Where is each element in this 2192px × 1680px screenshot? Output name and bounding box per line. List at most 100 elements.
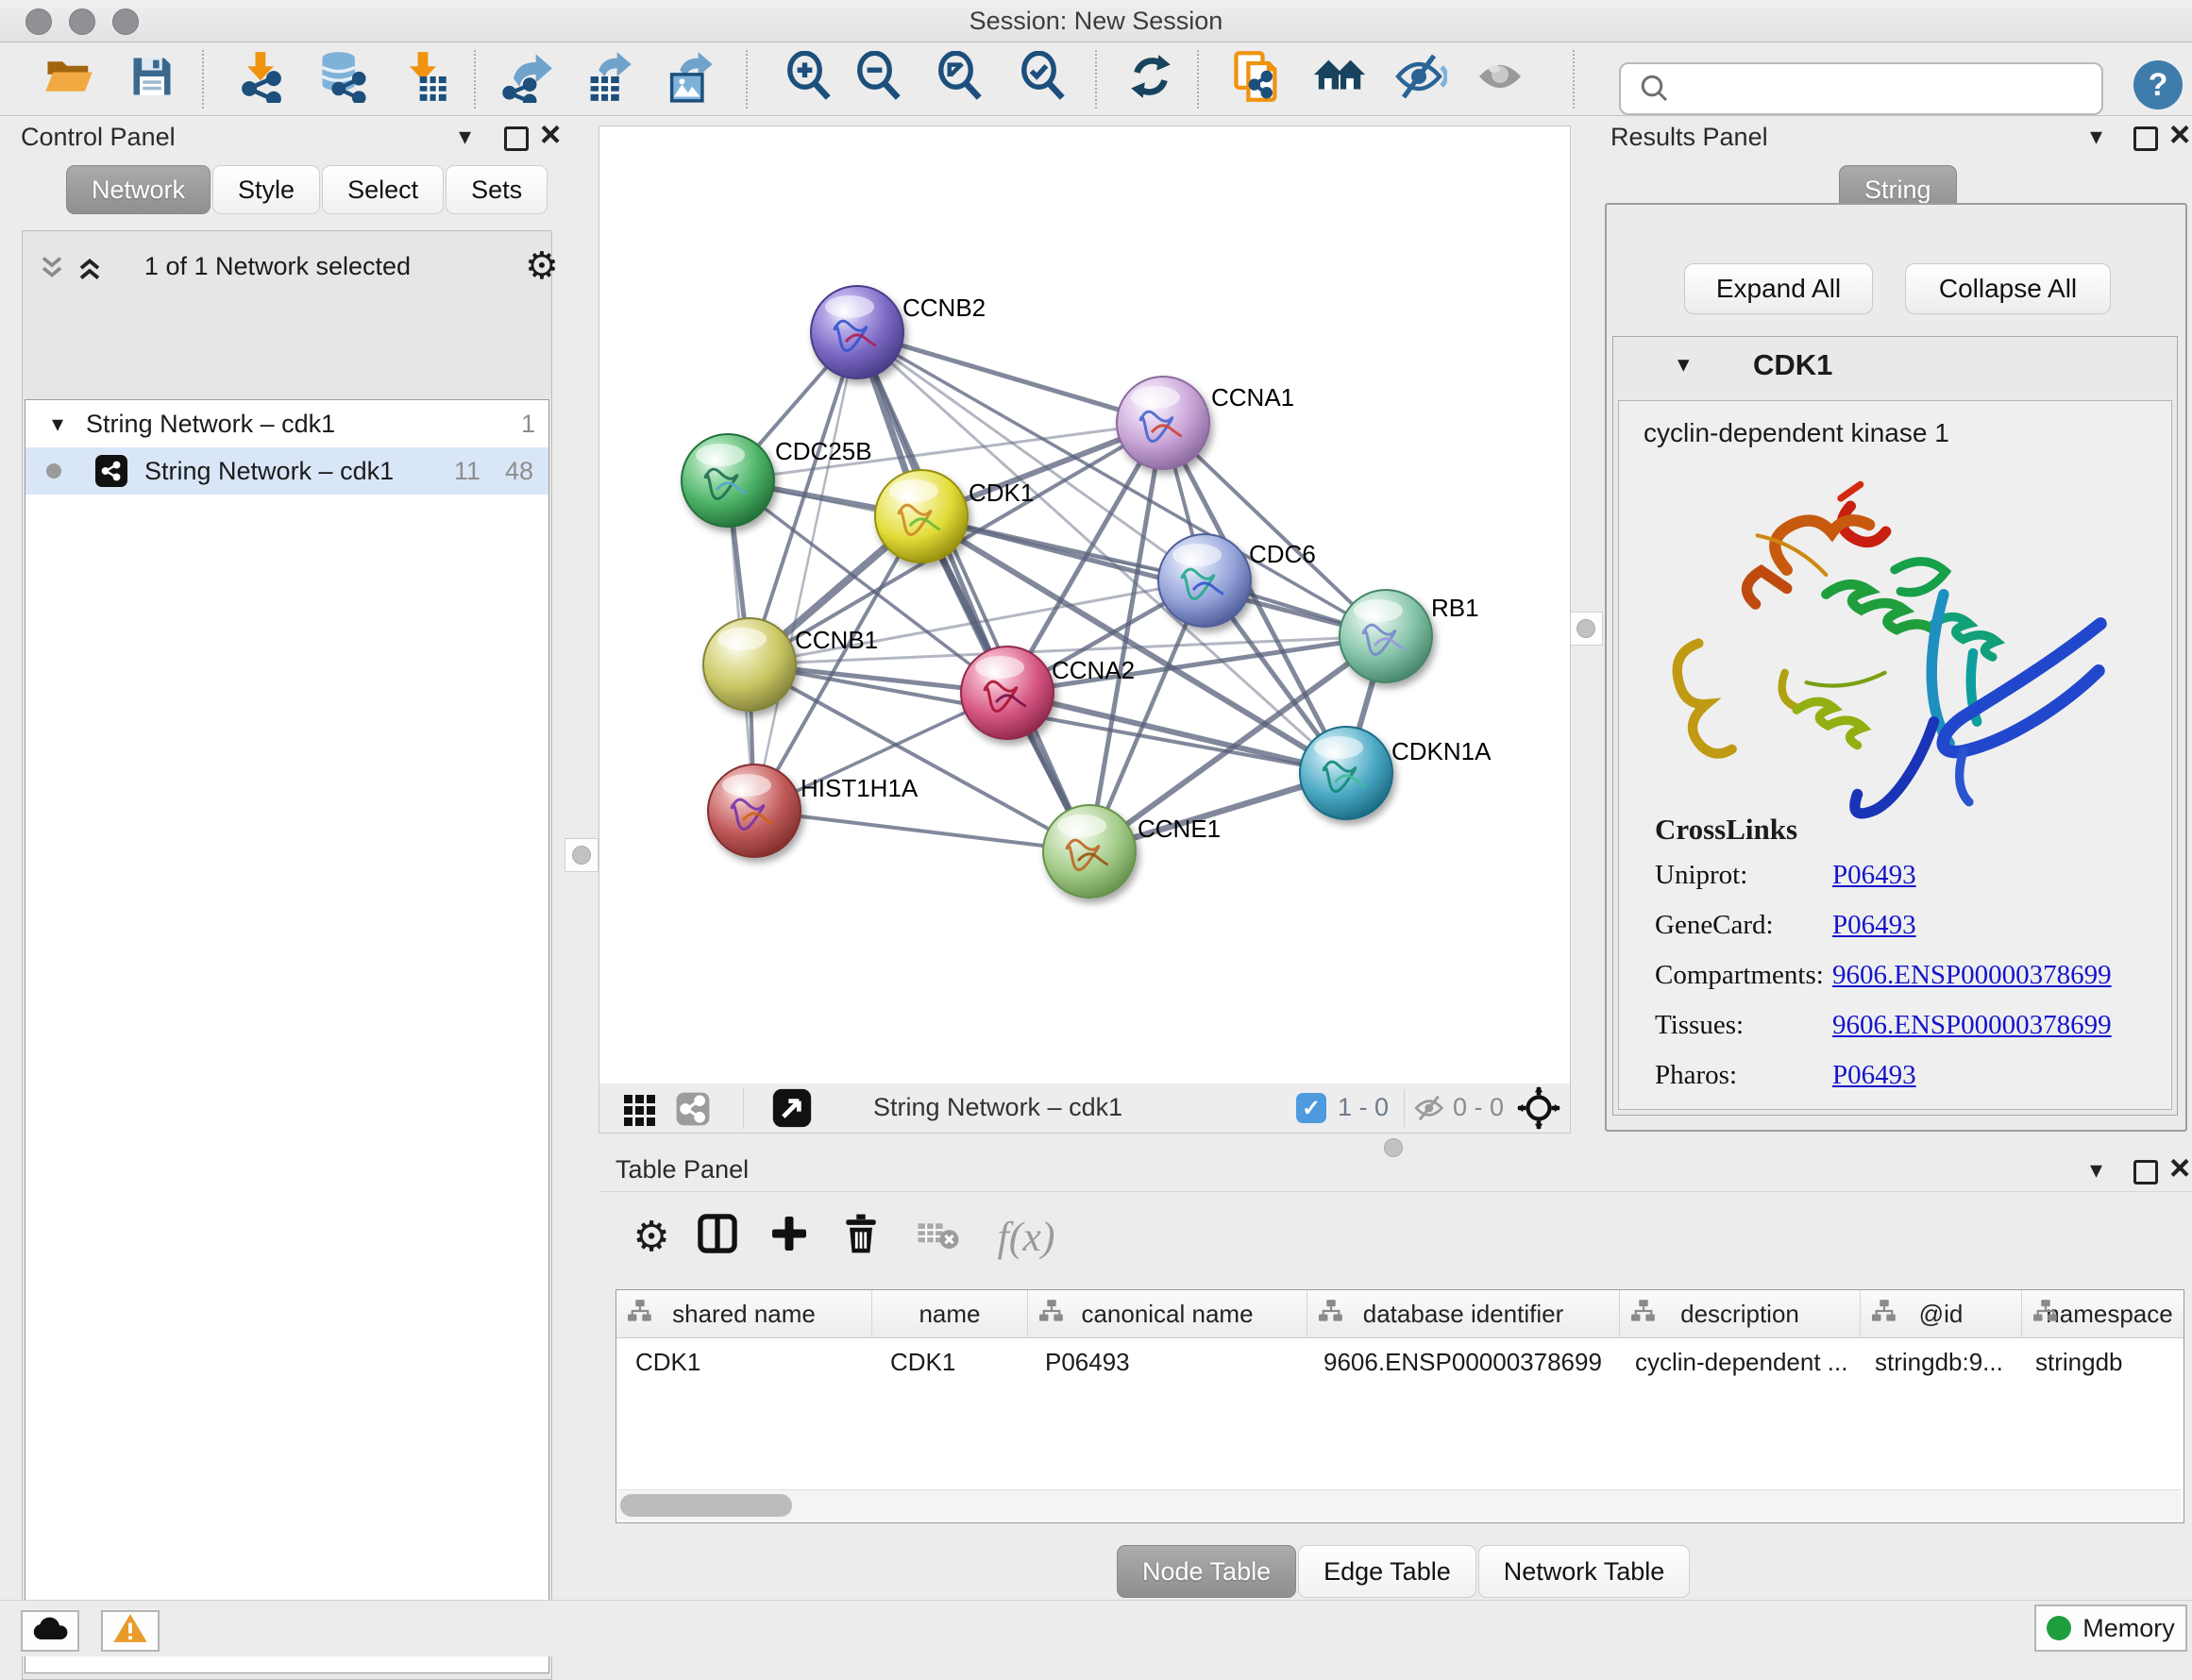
undock-panel-icon[interactable] — [504, 126, 529, 151]
node-CDK1[interactable]: CDK1 — [875, 470, 1034, 563]
save-session-button[interactable] — [125, 52, 179, 107]
node-CDC25B[interactable]: CDC25B — [682, 434, 872, 527]
tab-edge-table[interactable]: Edge Table — [1298, 1545, 1476, 1598]
table-cell[interactable]: cyclin-dependent ... — [1616, 1337, 1856, 1386]
node-CDKN1A[interactable]: CDKN1A — [1300, 727, 1492, 819]
table-cell[interactable]: 9606.ENSP00000378699 — [1305, 1337, 1616, 1386]
gene-expander-icon[interactable]: ▾ — [1678, 350, 1690, 378]
zoom-selected-button[interactable] — [1016, 52, 1071, 107]
show-all-button[interactable] — [1473, 52, 1527, 107]
network-share-icon[interactable] — [675, 1091, 711, 1134]
network-type-icon — [95, 455, 127, 487]
node-HIST1H1A[interactable]: HIST1H1A — [708, 764, 919, 857]
search-input[interactable] — [1619, 62, 2103, 115]
birdseye-view-icon[interactable] — [771, 1087, 813, 1135]
crosslink-link[interactable]: P06493 — [1832, 910, 1916, 941]
delete-table-button[interactable] — [912, 1210, 965, 1263]
crosslink-label: Compartments: — [1655, 960, 1824, 991]
collapse-all-networks-icon[interactable] — [38, 254, 66, 289]
edge-CCNB2-CCNA1[interactable] — [857, 332, 1163, 423]
node-CCNA1[interactable]: CCNA1 — [1117, 377, 1294, 469]
copy-network-button[interactable] — [1229, 52, 1284, 107]
column-header-name[interactable]: name — [872, 1290, 1028, 1337]
left-splitter-handle[interactable] — [565, 838, 599, 872]
warnings-button[interactable] — [101, 1610, 160, 1652]
table-cell[interactable]: stringdb:9... — [1856, 1337, 2016, 1386]
show-columns-button[interactable] — [691, 1210, 744, 1263]
edge-CDK1-RB1[interactable] — [921, 516, 1386, 636]
column-header-canonical-name[interactable]: canonical name — [1028, 1290, 1307, 1337]
float-panel-icon[interactable]: ▾ — [459, 122, 471, 151]
network-row[interactable]: String Network – cdk1 11 48 — [25, 447, 548, 495]
close-panel-icon[interactable]: × — [540, 126, 561, 144]
table-row[interactable]: CDK1CDK1P064939606.ENSP00000378699cyclin… — [616, 1337, 2184, 1386]
network-canvas[interactable]: CCNB2CCNA1CDC25BCDK1CDC6RB1CCNB1CCNA2CDK… — [599, 126, 1571, 1085]
collapse-all-button[interactable]: Collapse All — [1905, 263, 2111, 314]
memory-label: Memory — [2082, 1614, 2175, 1643]
close-panel-icon[interactable]: × — [2169, 1159, 2190, 1178]
import-network-from-database-button[interactable] — [315, 52, 370, 107]
network-collection-row[interactable]: ▾ String Network – cdk1 1 — [25, 400, 548, 447]
collection-expander-icon[interactable]: ▾ — [52, 411, 63, 438]
table-panel-title: Table Panel — [615, 1155, 749, 1184]
edge-HIST1H1A-CCNE1[interactable] — [754, 811, 1089, 851]
crosslink-link[interactable]: 9606.ENSP00000378699 — [1832, 960, 2112, 991]
export-image-button[interactable] — [663, 52, 717, 107]
tab-select[interactable]: Select — [322, 165, 444, 214]
apply-layout-button[interactable] — [1123, 52, 1178, 107]
horizontal-scrollbar[interactable] — [617, 1489, 2181, 1520]
float-panel-icon[interactable]: ▾ — [2090, 122, 2102, 151]
export-table-button[interactable] — [582, 52, 636, 107]
network-options-gear-icon[interactable]: ⚙ — [525, 244, 559, 288]
column-header-@id[interactable]: @id — [1861, 1290, 2022, 1337]
float-panel-icon[interactable]: ▾ — [2090, 1155, 2102, 1184]
zoom-out-button[interactable] — [852, 52, 906, 107]
export-network-button[interactable] — [500, 52, 555, 107]
table-options-button[interactable]: ⚙ — [625, 1210, 678, 1263]
column-header-database-identifier[interactable]: database identifier — [1307, 1290, 1620, 1337]
help-button[interactable]: ? — [2133, 60, 2183, 109]
close-panel-icon[interactable]: × — [2169, 126, 2190, 144]
import-network-button[interactable] — [234, 52, 289, 107]
import-table-button[interactable] — [396, 52, 451, 107]
tab-style[interactable]: Style — [212, 165, 320, 214]
hide-selected-button[interactable] — [1393, 52, 1448, 107]
crosslink-link[interactable]: P06493 — [1832, 860, 1916, 891]
tab-network-table[interactable]: Network Table — [1478, 1545, 1691, 1598]
selected-checkbox-icon[interactable]: ✓ — [1296, 1093, 1326, 1123]
table-cell[interactable]: stringdb — [2016, 1337, 2184, 1386]
string-home-button[interactable] — [1312, 52, 1367, 107]
apply-function-button[interactable]: f(x) — [974, 1210, 1078, 1263]
table-cell[interactable]: CDK1 — [616, 1337, 871, 1386]
table-cell[interactable]: P06493 — [1026, 1337, 1305, 1386]
undock-panel-icon[interactable] — [2133, 126, 2158, 151]
gene-symbol: CDK1 — [1753, 348, 1832, 382]
crosslink-link[interactable]: 9606.ENSP00000378699 — [1832, 1010, 2112, 1041]
column-header-shared-name[interactable]: shared name — [616, 1290, 872, 1337]
show-grid-icon[interactable] — [624, 1095, 655, 1126]
tab-node-table[interactable]: Node Table — [1117, 1545, 1296, 1598]
scrollbar-thumb[interactable] — [620, 1494, 792, 1517]
tab-network[interactable]: Network — [66, 165, 211, 214]
column-header-description[interactable]: description — [1620, 1290, 1861, 1337]
column-header-namespace[interactable]: namespace — [2022, 1290, 2184, 1337]
edge-CCNB2-HIST1H1A[interactable] — [754, 332, 857, 811]
create-column-button[interactable] — [763, 1210, 816, 1263]
open-session-button[interactable] — [42, 52, 96, 107]
cloud-status-button[interactable] — [21, 1610, 79, 1652]
fit-content-crosshair-icon[interactable] — [1517, 1086, 1560, 1136]
current-network-title: String Network – cdk1 — [873, 1093, 1122, 1122]
tab-sets[interactable]: Sets — [446, 165, 548, 214]
hierarchy-icon — [2033, 1300, 2058, 1329]
table-cell[interactable]: CDK1 — [871, 1337, 1026, 1386]
node-RB1[interactable]: RB1 — [1340, 590, 1479, 682]
expand-all-button[interactable]: Expand All — [1684, 263, 1873, 314]
zoom-in-button[interactable] — [782, 52, 836, 107]
undock-panel-icon[interactable] — [2133, 1160, 2158, 1184]
trash-icon — [840, 1213, 882, 1261]
expand-all-networks-icon[interactable] — [76, 254, 104, 289]
memory-button[interactable]: Memory — [2034, 1604, 2187, 1652]
crosslink-link[interactable]: P06493 — [1832, 1060, 1916, 1091]
zoom-fit-button[interactable] — [933, 52, 987, 107]
delete-column-button[interactable] — [835, 1210, 887, 1263]
